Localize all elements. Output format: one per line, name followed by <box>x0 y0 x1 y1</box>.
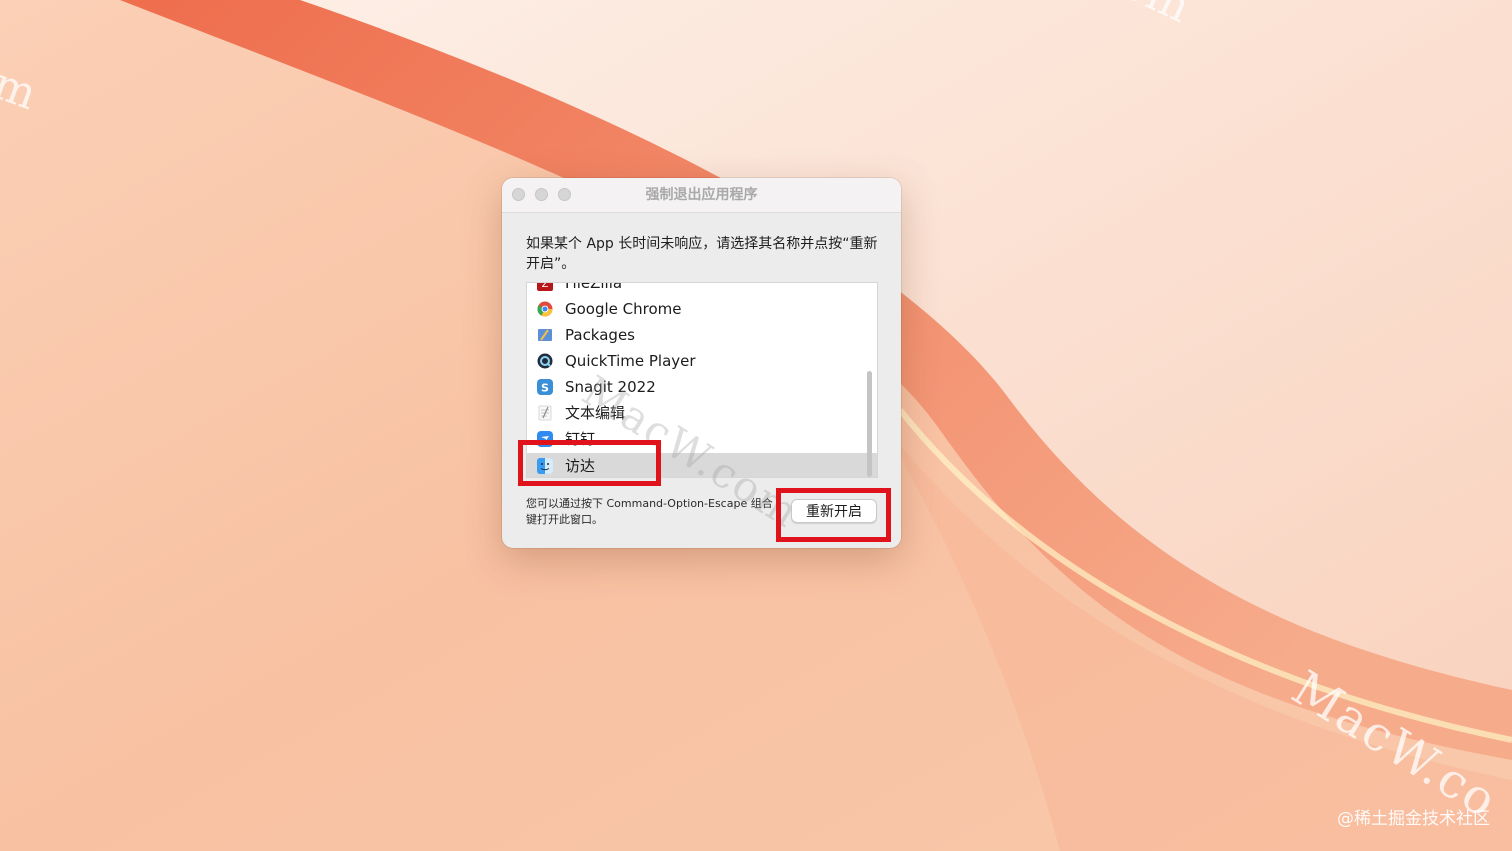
packages-icon <box>537 327 553 343</box>
list-scrollbar[interactable] <box>867 371 872 477</box>
dialog-title: 强制退出应用程序 <box>645 187 758 203</box>
filezilla-icon: Z <box>537 282 553 291</box>
app-name: 文本编辑 <box>565 404 626 422</box>
app-list-item[interactable]: QuickTime Player <box>527 348 877 374</box>
chrome-icon <box>537 301 553 317</box>
app-list-item[interactable]: Z FileZilla <box>527 282 877 296</box>
force-quit-dialog: 强制退出应用程序 如果某个 App 长时间未响应，请选择其名称并点按“重新开启”… <box>502 178 901 548</box>
snagit-icon: S <box>537 379 553 395</box>
app-name: 访达 <box>565 457 596 475</box>
credit-text: @稀土掘金技术社区 <box>1337 809 1490 829</box>
dingtalk-icon <box>537 431 553 447</box>
textedit-icon <box>537 405 553 421</box>
app-name: Snagit 2022 <box>565 378 656 396</box>
finder-icon <box>537 458 553 474</box>
svg-text:Z: Z <box>542 282 549 290</box>
app-name: FileZilla <box>565 282 623 292</box>
shortcut-hint: 您可以通过按下 Command-Option-Escape 组合键打开此窗口。 <box>526 497 773 526</box>
app-name: Google Chrome <box>565 300 682 318</box>
titlebar: 强制退出应用程序 <box>502 178 901 213</box>
svg-text:S: S <box>541 382 549 395</box>
app-list-item[interactable]: 钉钉 <box>527 426 877 452</box>
app-name: QuickTime Player <box>565 352 696 370</box>
relaunch-button[interactable]: 重新开启 <box>791 499 877 523</box>
app-name: 钉钉 <box>565 430 596 448</box>
app-list-item[interactable]: 访达 <box>527 453 877 477</box>
app-name: Packages <box>565 326 635 344</box>
app-list[interactable]: Z FileZilla Google Chrome Packages QuickTime… <box>526 282 878 478</box>
quicktime-icon <box>537 353 553 369</box>
app-list-item[interactable]: Packages <box>527 322 877 348</box>
app-list-item[interactable]: S Snagit 2022 <box>527 374 877 400</box>
app-list-item[interactable]: 文本编辑 <box>527 400 877 426</box>
dialog-message: 如果某个 App 长时间未响应，请选择其名称并点按“重新开启”。 <box>526 236 878 272</box>
app-list-item[interactable]: Google Chrome <box>527 296 877 322</box>
